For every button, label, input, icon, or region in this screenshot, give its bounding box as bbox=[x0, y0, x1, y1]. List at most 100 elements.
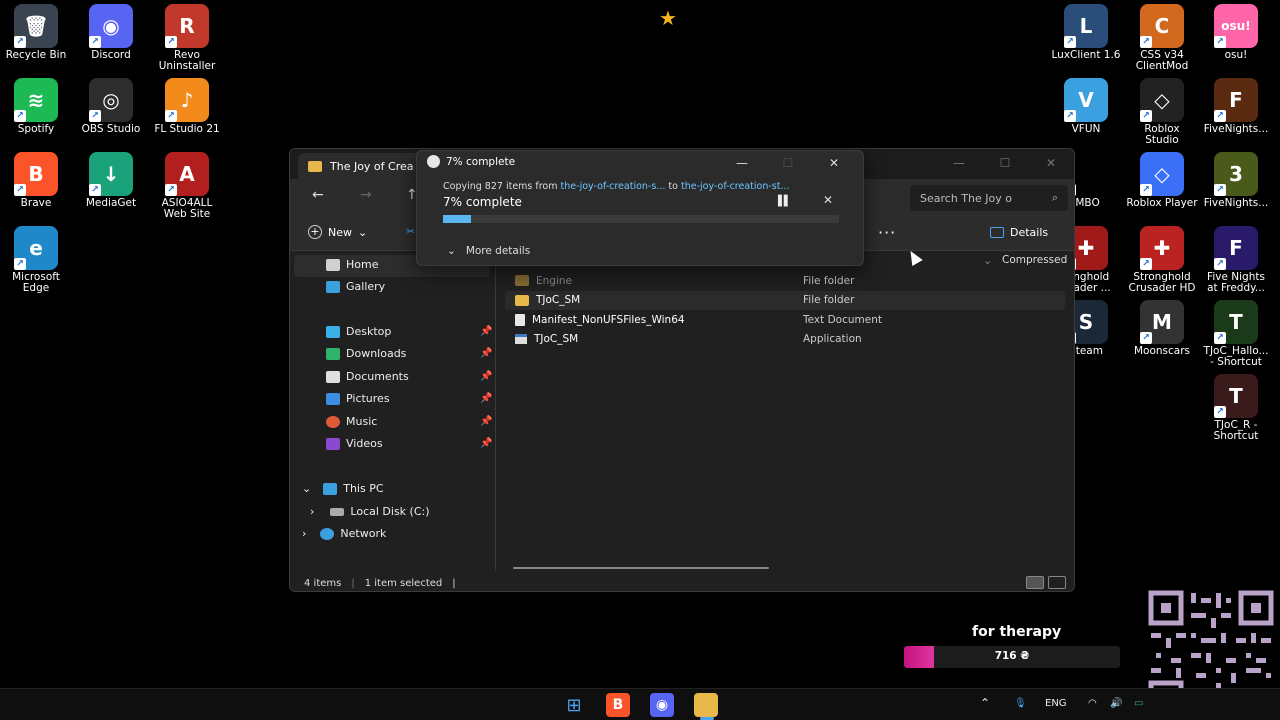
desktop-icon-luxclient[interactable]: L ↗ LuxClient 1.6 bbox=[1048, 4, 1124, 61]
desktop-icon-fnaf-sl[interactable]: F ↗ Five Nights at Freddy... bbox=[1198, 226, 1274, 294]
file-row[interactable]: TJoC_SM File folder bbox=[505, 290, 1065, 310]
desktop-icon-edge[interactable]: e ↗ Microsoft Edge bbox=[0, 226, 74, 294]
item-count: 4 items bbox=[304, 577, 342, 589]
desktop-icon-brave[interactable]: B ↗ Brave bbox=[0, 152, 74, 209]
desktop-icon-label: MediaGet bbox=[85, 197, 137, 209]
desktop-icon-roblox-player[interactable]: ◇ ↗ Roblox Player bbox=[1124, 152, 1200, 209]
shortcut-arrow-icon: ↗ bbox=[1064, 36, 1076, 48]
column-compressed-size[interactable]: Compressed bbox=[1002, 254, 1067, 266]
recycle-bin-icon: 🗑 ↗ bbox=[14, 4, 58, 48]
pin-icon[interactable]: 📌 bbox=[480, 393, 492, 404]
details-pane-icon bbox=[990, 227, 1004, 238]
desktop-icon bbox=[326, 325, 340, 338]
forward-arrow-icon[interactable]: → bbox=[360, 187, 372, 203]
pin-icon[interactable]: 📌 bbox=[480, 438, 492, 449]
desktop-icon-asio4all[interactable]: A ↗ ASIO4ALL Web Site bbox=[149, 152, 225, 220]
desktop-icon-spotify[interactable]: ≋ ↗ Spotify bbox=[0, 78, 74, 135]
search-input[interactable]: Search The Joy o ⌕ bbox=[910, 185, 1068, 211]
desktop-icon-vfun[interactable]: V ↗ VFUN bbox=[1048, 78, 1124, 135]
close-button[interactable]: ✕ bbox=[1028, 151, 1074, 175]
desktop-icon-revo-uninstaller[interactable]: R ↗ Revo Uninstaller bbox=[149, 4, 225, 72]
chevron-down-icon: ⌄ bbox=[358, 225, 368, 239]
sidebar-item-home[interactable]: Home bbox=[326, 258, 378, 271]
star-icon[interactable]: ★ bbox=[659, 6, 677, 30]
file-row[interactable]: Engine File folder bbox=[505, 271, 1065, 290]
brave-taskbar-icon[interactable]: B bbox=[606, 693, 630, 717]
desktop-icon-osu[interactable]: osu! ↗ osu! bbox=[1198, 4, 1274, 61]
file-row[interactable]: TJoC_SM Application bbox=[505, 330, 1065, 349]
details-view-button[interactable] bbox=[1026, 576, 1044, 589]
sidebar-item-desktop[interactable]: Desktop bbox=[326, 325, 391, 338]
pin-icon[interactable]: 📌 bbox=[480, 371, 492, 382]
desktop-icon-tjoc-halloween[interactable]: T ↗ TJoC_Hallo... - Shortcut bbox=[1198, 300, 1274, 368]
desktop-icon-label: FiveNights... bbox=[1203, 197, 1269, 209]
revo-uninstaller-icon: R ↗ bbox=[165, 4, 209, 48]
destination-link[interactable]: the-joy-of-creation-st... bbox=[681, 181, 790, 192]
chevron-right-icon[interactable]: › bbox=[310, 505, 314, 518]
chevron-down-icon[interactable]: ⌄ bbox=[302, 482, 311, 495]
desktop-icon-label: FL Studio 21 bbox=[154, 123, 220, 135]
sidebar-item-pictures[interactable]: Pictures bbox=[326, 392, 390, 405]
shortcut-arrow-icon: ↗ bbox=[1214, 36, 1226, 48]
sidebar-item-local-disk[interactable]: › Local Disk (C:) bbox=[310, 505, 430, 518]
minimize-button[interactable]: — bbox=[719, 153, 765, 173]
desktop-icon-label: CSS v34 ClientMod bbox=[1135, 49, 1189, 72]
desktop-icon-obs-studio[interactable]: ◎ ↗ OBS Studio bbox=[73, 78, 149, 135]
pause-icon[interactable]: ▌▌ bbox=[778, 196, 791, 207]
battery-icon[interactable]: ▭ bbox=[1134, 698, 1143, 709]
desktop-icon-fnaf[interactable]: F ↗ FiveNights... bbox=[1198, 78, 1274, 135]
shortcut-arrow-icon: ↗ bbox=[89, 184, 101, 196]
chevron-down-icon[interactable]: ⌄ bbox=[983, 254, 992, 267]
desktop-icon-moonscars[interactable]: M ↗ Moonscars bbox=[1124, 300, 1200, 357]
chevron-up-icon[interactable]: ⌃ bbox=[980, 696, 990, 710]
sidebar-item-label: Home bbox=[346, 258, 379, 271]
desktop-icon-label: Recycle Bin bbox=[5, 49, 67, 61]
sidebar-item-documents[interactable]: Documents bbox=[326, 370, 409, 383]
sidebar-item-music[interactable]: Music bbox=[326, 415, 377, 428]
sidebar-item-downloads[interactable]: Downloads bbox=[326, 347, 406, 360]
progress-fill bbox=[443, 215, 471, 223]
new-button[interactable]: + New ⌄ bbox=[308, 225, 367, 239]
sidebar-item-videos[interactable]: Videos bbox=[326, 437, 383, 450]
pin-icon[interactable]: 📌 bbox=[480, 348, 492, 359]
desktop-icon-mediaget[interactable]: ↓ ↗ MediaGet bbox=[73, 152, 149, 209]
file-explorer-taskbar-icon[interactable] bbox=[694, 693, 718, 717]
sidebar-item-this-pc[interactable]: ⌄ This PC bbox=[302, 482, 384, 495]
horizontal-scrollbar[interactable] bbox=[513, 567, 769, 569]
desktop-icon-discord[interactable]: ◉ ↗ Discord bbox=[73, 4, 149, 61]
sidebar-item-network[interactable]: › Network bbox=[302, 527, 386, 540]
minimize-button[interactable]: — bbox=[936, 151, 982, 175]
copy-progress-bar bbox=[443, 215, 839, 223]
desktop-icon-fl-studio[interactable]: ♪ ↗ FL Studio 21 bbox=[149, 78, 225, 135]
source-link[interactable]: the-joy-of-creation-s... bbox=[561, 181, 666, 192]
details-button[interactable]: Details bbox=[990, 226, 1048, 239]
close-button[interactable]: ✕ bbox=[811, 153, 857, 173]
more-options-button[interactable]: ··· bbox=[878, 223, 896, 242]
more-details-button[interactable]: ⌄ More details bbox=[447, 245, 530, 257]
cancel-icon[interactable]: ✕ bbox=[823, 193, 833, 207]
language-indicator[interactable]: ENG bbox=[1045, 698, 1067, 709]
desktop-icon-roblox-studio[interactable]: ◇ ↗ Roblox Studio bbox=[1124, 78, 1200, 146]
desktop-icon-css[interactable]: C ↗ CSS v34 ClientMod bbox=[1124, 4, 1200, 72]
microphone-icon[interactable]: 🎙 bbox=[1014, 698, 1027, 709]
volume-icon[interactable]: 🔊 bbox=[1110, 698, 1122, 709]
chevron-right-icon[interactable]: › bbox=[302, 527, 306, 540]
navigation-pane: Home Gallery Desktop 📌 Downloads 📌 Docum… bbox=[290, 251, 496, 571]
large-icons-view-button[interactable] bbox=[1048, 576, 1066, 589]
wifi-icon[interactable]: ◠ bbox=[1088, 698, 1097, 709]
desktop-icon-tjoc-r[interactable]: T ↗ TJoC_R - Shortcut bbox=[1198, 374, 1274, 442]
discord-taskbar-icon[interactable]: ◉ bbox=[650, 693, 674, 717]
file-row[interactable]: Manifest_NonUFSFiles_Win64 Text Document bbox=[505, 310, 1065, 329]
desktop-icon-fnaf3[interactable]: 3 ↗ FiveNights... bbox=[1198, 152, 1274, 209]
sidebar-item-gallery[interactable]: Gallery bbox=[326, 280, 385, 293]
shortcut-arrow-icon: ↗ bbox=[1214, 184, 1226, 196]
maximize-button[interactable]: ☐ bbox=[982, 151, 1028, 175]
cut-icon[interactable]: ✂ bbox=[406, 225, 415, 238]
desktop-icon-recycle-bin[interactable]: 🗑 ↗ Recycle Bin bbox=[0, 4, 74, 61]
back-arrow-icon[interactable]: ← bbox=[312, 187, 324, 203]
start-button[interactable]: ⊞ bbox=[562, 693, 586, 717]
desktop-icon-stronghold-crusader-hd[interactable]: ✚ ↗ Stronghold Crusader HD bbox=[1124, 226, 1200, 294]
pin-icon[interactable]: 📌 bbox=[480, 416, 492, 427]
pin-icon[interactable]: 📌 bbox=[480, 326, 492, 337]
shortcut-arrow-icon: ↗ bbox=[1140, 36, 1152, 48]
